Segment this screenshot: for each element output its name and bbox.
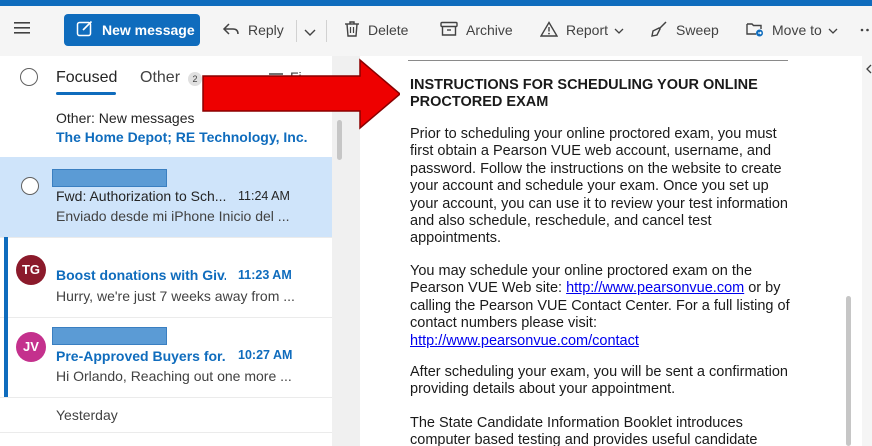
email-paragraph: Prior to scheduling your online proctore… — [410, 126, 788, 247]
toolbar-divider — [326, 20, 327, 42]
reply-options-chevron-down-icon[interactable] — [304, 24, 316, 42]
select-all-checkbox[interactable] — [20, 68, 38, 86]
message-list-item[interactable]: TG Boost donations with Giv... 11:23 AM … — [0, 237, 332, 317]
compose-icon — [76, 19, 94, 42]
archive-icon — [440, 21, 458, 40]
chevron-left-icon[interactable] — [864, 64, 872, 74]
report-chevron-down-icon — [614, 22, 624, 38]
red-arrow-annotation — [202, 58, 400, 130]
email-paragraph: The State Candidate Information Booklet … — [410, 415, 758, 446]
other-notice-title: Other: New messages — [56, 110, 195, 126]
other-notice-senders: The Home Depot; RE Technology, Inc. — [56, 129, 308, 145]
message-time: 11:24 AM — [238, 189, 290, 203]
move-to-chevron-down-icon — [828, 22, 838, 38]
message-subject: Pre-Approved Buyers for... — [56, 348, 226, 364]
message-list-item[interactable]: JV Pre-Approved Buyers for... 10:27 AM H… — [0, 317, 332, 397]
folder-move-icon — [746, 21, 764, 40]
warning-icon — [539, 20, 559, 40]
redacted-sender-name — [52, 327, 167, 345]
red-arrow-shape — [202, 58, 400, 130]
right-panel-edge — [862, 56, 872, 446]
delete-button[interactable]: Delete — [344, 16, 408, 44]
message-preview: Hi Orlando, Reaching out one more ... — [56, 368, 292, 384]
sweep-label: Sweep — [676, 22, 719, 38]
email-paragraph: You may schedule your online proctored e… — [410, 263, 790, 350]
archive-button[interactable]: Archive — [440, 16, 513, 44]
hamburger-menu-icon[interactable] — [14, 21, 42, 43]
sweep-button[interactable]: Sweep — [650, 16, 719, 44]
reading-pane-scrollbar-thumb[interactable] — [846, 296, 851, 446]
reply-button[interactable]: Reply — [222, 16, 284, 44]
reply-label: Reply — [248, 22, 284, 38]
message-select-radio[interactable] — [21, 177, 39, 195]
broom-icon — [650, 20, 668, 41]
list-divider — [0, 397, 332, 398]
list-divider — [0, 432, 332, 433]
delete-label: Delete — [368, 22, 409, 38]
tab-other[interactable]: Other — [140, 69, 180, 87]
email-paragraph: After scheduling your exam, you will be … — [410, 364, 788, 398]
archive-label: Archive — [466, 22, 513, 38]
message-subject: Fwd: Authorization to Sch... — [56, 188, 226, 204]
report-button[interactable]: Report — [539, 16, 624, 44]
more-options-icon[interactable] — [860, 16, 870, 44]
move-to-button[interactable]: Move to — [746, 16, 838, 44]
new-message-button[interactable]: New message — [64, 14, 200, 46]
toolbar-divider — [296, 20, 297, 42]
redacted-sender-name — [52, 169, 167, 187]
trash-icon — [344, 20, 360, 41]
message-preview: Hurry, we're just 7 weeks away from ... — [56, 288, 295, 304]
pearson-vue-link[interactable]: http://www.pearsonvue.com — [566, 280, 744, 296]
message-subject: Boost donations with Giv... — [56, 267, 226, 283]
date-group-header: Yesterday — [56, 407, 118, 423]
message-time: 11:23 AM — [238, 268, 292, 282]
move-to-label: Move to — [772, 22, 822, 38]
message-list-item[interactable]: Fwd: Authorization to Sch... 11:24 AM En… — [0, 157, 332, 237]
tab-focused[interactable]: Focused — [56, 69, 117, 87]
email-horizontal-rule — [408, 60, 788, 61]
message-time: 10:27 AM — [238, 348, 293, 362]
tab-focused-indicator — [56, 92, 116, 95]
email-heading: INSTRUCTIONS FOR SCHEDULING YOUR ONLINE … — [410, 77, 758, 110]
avatar: TG — [16, 255, 46, 285]
command-toolbar: New message Reply Delete Archive Report — [0, 6, 872, 56]
avatar: JV — [16, 332, 46, 362]
new-message-label: New message — [102, 22, 195, 38]
report-label: Report — [566, 22, 609, 38]
pearson-vue-contact-link[interactable]: http://www.pearsonvue.com/contact — [410, 333, 639, 349]
reply-icon — [222, 21, 240, 40]
message-preview: Enviado desde mi iPhone Inicio del ... — [56, 208, 290, 224]
